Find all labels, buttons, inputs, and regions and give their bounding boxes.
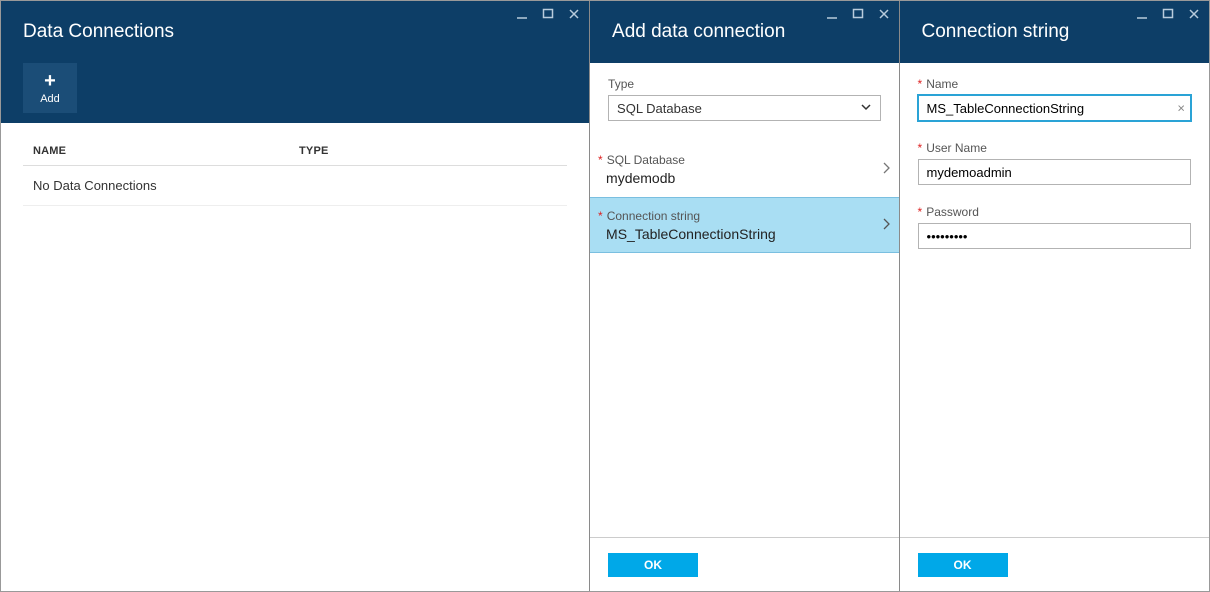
required-marker: * <box>918 141 923 155</box>
required-marker: * <box>598 153 603 167</box>
window-controls <box>515 7 581 21</box>
window-controls <box>1135 7 1201 21</box>
grid-header: NAME TYPE <box>23 137 567 166</box>
chevron-right-icon <box>881 161 891 178</box>
field-password: *Password <box>918 205 1191 249</box>
close-icon[interactable] <box>567 7 581 21</box>
user-label: User Name <box>926 141 987 155</box>
blade-title: Data Connections <box>1 1 589 63</box>
toolbar: + Add <box>1 63 589 123</box>
blade-footer: OK <box>900 537 1209 591</box>
chevron-down-icon <box>860 101 872 116</box>
field-type: Type SQL Database <box>608 77 880 121</box>
maximize-icon[interactable] <box>851 7 865 21</box>
col-name: NAME <box>33 145 299 157</box>
name-label: Name <box>926 77 958 91</box>
connstr-label: Connection string <box>607 209 700 223</box>
blade-connection-string: Connection string *Name × *User Name *Pa… <box>900 1 1209 591</box>
blade-header: Connection string <box>900 1 1209 63</box>
blade-data-connections: Data Connections + Add NAME TYPE No Data… <box>1 1 590 591</box>
required-marker: * <box>918 205 923 219</box>
field-username: *User Name <box>918 141 1191 185</box>
minimize-icon[interactable] <box>1135 7 1149 21</box>
azure-portal-blades: Data Connections + Add NAME TYPE No Data… <box>0 0 1210 592</box>
maximize-icon[interactable] <box>1161 7 1175 21</box>
password-input[interactable] <box>918 223 1191 249</box>
close-icon[interactable] <box>1187 7 1201 21</box>
ok-button[interactable]: OK <box>918 553 1008 577</box>
field-name: *Name × <box>918 77 1191 121</box>
sqldb-label: SQL Database <box>607 153 685 167</box>
empty-row: No Data Connections <box>23 166 567 206</box>
col-type: TYPE <box>299 145 557 157</box>
minimize-icon[interactable] <box>825 7 839 21</box>
sqldb-value: mydemodb <box>598 170 685 186</box>
blade-body: *Name × *User Name *Password <box>900 63 1209 537</box>
required-marker: * <box>598 209 603 223</box>
window-controls <box>825 7 891 21</box>
plus-icon: + <box>44 71 56 91</box>
blade-header: Add data connection <box>590 1 898 63</box>
add-button[interactable]: + Add <box>23 63 77 113</box>
nav-sql-database[interactable]: * SQL Database mydemodb <box>590 141 898 197</box>
blade-body: Type SQL Database * SQL Database mydemodb <box>590 63 898 537</box>
maximize-icon[interactable] <box>541 7 555 21</box>
add-label: Add <box>40 93 60 105</box>
blade-header: Data Connections + Add <box>1 1 589 123</box>
type-select[interactable]: SQL Database <box>608 95 880 121</box>
type-value: SQL Database <box>617 101 702 116</box>
required-marker: * <box>918 77 923 91</box>
blade-add-connection: Add data connection Type SQL Database * S… <box>590 1 899 591</box>
blade-footer: OK <box>590 537 898 591</box>
nav-connection-string[interactable]: * Connection string MS_TableConnectionStr… <box>590 197 898 253</box>
chevron-right-icon <box>881 217 891 234</box>
blade-body: NAME TYPE No Data Connections <box>1 123 589 591</box>
clear-icon[interactable]: × <box>1177 101 1185 116</box>
username-input[interactable] <box>918 159 1191 185</box>
name-input[interactable] <box>918 95 1191 121</box>
type-label: Type <box>608 77 880 91</box>
pwd-label: Password <box>926 205 979 219</box>
ok-button[interactable]: OK <box>608 553 698 577</box>
close-icon[interactable] <box>877 7 891 21</box>
minimize-icon[interactable] <box>515 7 529 21</box>
connstr-value: MS_TableConnectionString <box>598 226 776 242</box>
